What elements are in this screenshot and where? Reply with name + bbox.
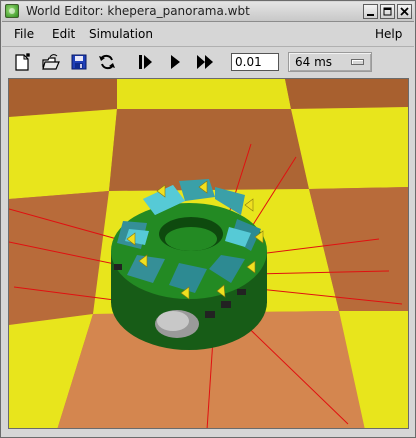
option-menu-indicator-icon: [351, 59, 364, 65]
window-title: World Editor: khepera_panorama.wbt: [26, 4, 250, 18]
scene-canvas: [9, 79, 408, 428]
menu-edit[interactable]: Edit: [52, 27, 75, 41]
new-file-icon: [15, 53, 30, 71]
save-button[interactable]: [68, 51, 90, 73]
minimize-button[interactable]: [363, 4, 378, 19]
refresh-rate-select[interactable]: 64 ms: [288, 52, 372, 72]
app-icon[interactable]: [5, 4, 19, 18]
menu-simulation[interactable]: Simulation: [89, 27, 153, 41]
play-icon: [171, 55, 180, 69]
maximize-button[interactable]: [380, 4, 395, 19]
refresh-rate-value: 64 ms: [295, 55, 333, 69]
time-step-input[interactable]: 0.01: [231, 53, 279, 71]
fast-forward-icon: [197, 55, 213, 69]
menu-bar: File Edit Simulation Help: [2, 22, 414, 47]
run-button[interactable]: [164, 51, 186, 73]
revert-button[interactable]: [96, 51, 118, 73]
step-icon: [139, 55, 152, 69]
minimize-icon: [367, 14, 374, 16]
menu-file[interactable]: File: [14, 27, 34, 41]
new-button[interactable]: [12, 51, 34, 73]
step-button[interactable]: [134, 51, 156, 73]
world-editor-window: World Editor: khepera_panorama.wbt File …: [0, 0, 416, 438]
close-icon: [400, 7, 409, 16]
close-button[interactable]: [397, 4, 412, 19]
reload-icon: [99, 54, 115, 70]
title-bar[interactable]: World Editor: khepera_panorama.wbt: [2, 2, 414, 22]
open-button[interactable]: [40, 51, 62, 73]
toolbar: 0.01 64 ms: [2, 47, 414, 77]
open-folder-icon: [42, 54, 60, 70]
floppy-disk-icon: [71, 54, 87, 70]
fast-button[interactable]: [194, 51, 216, 73]
maximize-icon: [383, 7, 392, 16]
menu-help[interactable]: Help: [375, 27, 402, 41]
3d-view[interactable]: [8, 78, 409, 429]
